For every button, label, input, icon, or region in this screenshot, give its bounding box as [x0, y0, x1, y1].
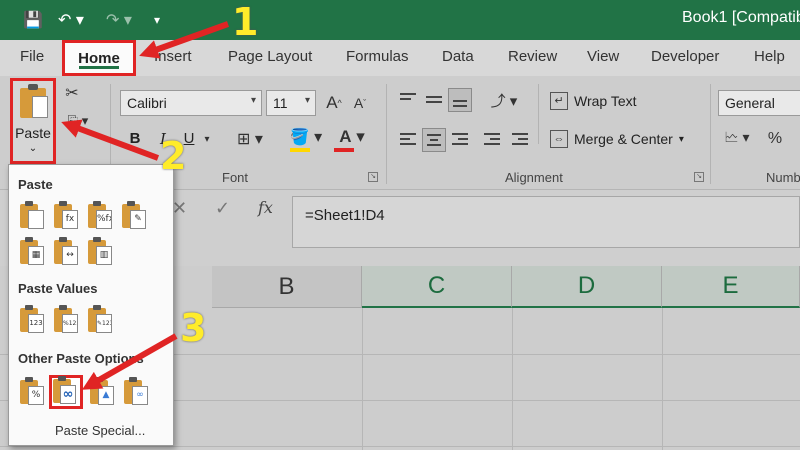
paste-icon[interactable]: [17, 201, 47, 231]
paste-values-section-heading: Paste Values: [18, 281, 98, 296]
align-right-button[interactable]: [448, 128, 472, 152]
align-center-button[interactable]: [422, 128, 446, 152]
tab-developer[interactable]: Developer: [651, 48, 719, 65]
wrap-text-icon: ↵: [550, 92, 568, 110]
chevron-down-icon: ⌄: [28, 143, 38, 154]
no-borders-icon[interactable]: ▦: [17, 237, 47, 267]
undo-icon[interactable]: ↶ ▾: [54, 8, 88, 32]
font-name-select[interactable]: Calibri ▾: [120, 90, 262, 116]
tab-data[interactable]: Data: [442, 48, 474, 65]
keep-source-formatting-icon[interactable]: ✎: [119, 201, 149, 231]
merge-center-button[interactable]: ⇔ Merge & Center ▾: [550, 130, 684, 148]
font-size-select[interactable]: 11 ▾: [266, 90, 316, 116]
chevron-down-icon: ▾: [304, 95, 310, 106]
tab-page-layout[interactable]: Page Layout: [228, 48, 312, 65]
keep-source-column-widths-icon[interactable]: ↔: [51, 237, 81, 267]
bold-button[interactable]: B: [124, 128, 146, 150]
number-format-value: General: [725, 95, 775, 111]
clipboard-icon: [20, 84, 48, 118]
wrap-text-label: Wrap Text: [574, 93, 637, 109]
cut-icon[interactable]: ✂: [60, 82, 84, 104]
font-color-icon[interactable]: A ▾: [332, 126, 372, 148]
font-size-value: 11: [273, 95, 288, 111]
copy-icon[interactable]: ⎘ ▾: [60, 110, 96, 132]
tab-insert[interactable]: Insert: [154, 48, 192, 65]
number-group-label: Numb: [766, 170, 800, 185]
step-3-number: 3: [180, 306, 207, 350]
alignment-dialog-launcher-icon[interactable]: ↘: [694, 172, 704, 182]
number-format-select[interactable]: General: [718, 90, 800, 116]
alignment-group-label: Alignment: [505, 170, 563, 185]
paste-special-item[interactable]: Paste Special...: [55, 423, 145, 438]
enter-icon[interactable]: ✓: [215, 198, 230, 219]
paste-formulas-number-formatting-icon[interactable]: %fx: [85, 201, 115, 231]
insert-function-icon[interactable]: fx: [258, 198, 273, 217]
top-align-button[interactable]: [396, 88, 420, 112]
transpose-icon[interactable]: ▥: [85, 237, 115, 267]
column-header-c[interactable]: C: [362, 266, 512, 308]
step-2-number: 2: [160, 134, 187, 178]
title-bar: 💾 ↶ ▾ ↷ ▾ ▾ Book1 [Compatibi: [0, 0, 800, 40]
font-dialog-launcher-icon[interactable]: ↘: [368, 172, 378, 182]
tab-home[interactable]: Home: [62, 40, 136, 76]
formula-input[interactable]: =Sheet1!D4: [292, 196, 800, 248]
merge-center-label: Merge & Center: [574, 131, 673, 147]
save-icon[interactable]: 💾: [20, 8, 46, 32]
column-header-e[interactable]: E: [662, 266, 800, 308]
ribbon-tabs: File Home Insert Page Layout Formulas Da…: [0, 40, 800, 76]
customize-quick-access-icon[interactable]: ▾: [150, 8, 164, 32]
tab-view[interactable]: View: [587, 48, 619, 65]
accounting-format-icon[interactable]: 🗠 ▾: [720, 128, 754, 150]
wrap-text-button[interactable]: ↵ Wrap Text: [550, 92, 637, 110]
chevron-down-icon[interactable]: ▾: [200, 128, 214, 150]
chevron-down-icon: ▾: [678, 133, 684, 145]
fill-color-icon[interactable]: 🪣 ▾: [286, 126, 326, 148]
font-name-value: Calibri: [127, 95, 167, 111]
decrease-indent-button[interactable]: [480, 128, 504, 152]
paste-button[interactable]: Paste ⌄: [10, 78, 56, 164]
increase-indent-button[interactable]: [508, 128, 532, 152]
paste-formulas-icon[interactable]: fx: [51, 201, 81, 231]
tab-help[interactable]: Help: [754, 48, 785, 65]
font-group-label: Font: [222, 170, 249, 185]
values-source-formatting-icon[interactable]: ✎123: [85, 305, 115, 335]
align-left-button[interactable]: [396, 128, 420, 152]
chevron-down-icon: ▾: [250, 95, 256, 106]
borders-icon[interactable]: ⊞ ▾: [232, 128, 268, 150]
column-header-d[interactable]: D: [512, 266, 662, 308]
grow-font-icon[interactable]: A ^: [322, 90, 346, 116]
tab-formulas[interactable]: Formulas: [346, 48, 409, 65]
picture-icon[interactable]: ▲: [87, 377, 117, 407]
orientation-icon[interactable]: ⤴ ▾: [484, 88, 524, 112]
step-1-number: 1: [232, 0, 259, 44]
other-paste-options-heading: Other Paste Options: [18, 351, 144, 366]
shrink-font-icon[interactable]: Aˇ: [348, 90, 372, 116]
values-number-formatting-icon[interactable]: %123: [51, 305, 81, 335]
paste-section-heading: Paste: [18, 177, 53, 192]
tab-file[interactable]: File: [20, 48, 44, 65]
paste-link-icon[interactable]: ∞: [49, 375, 83, 409]
cancel-icon[interactable]: ✕: [172, 198, 187, 219]
merge-icon: ⇔: [550, 130, 568, 148]
paste-values-icon[interactable]: 123: [17, 305, 47, 335]
formatting-icon[interactable]: %: [17, 377, 47, 407]
paste-label: Paste: [15, 125, 51, 141]
paste-options-menu: Paste fx %fx ✎ ▦ ↔ ▥ Paste Values 123 %1…: [8, 164, 174, 446]
column-header-b[interactable]: B: [212, 266, 362, 308]
tab-review[interactable]: Review: [508, 48, 557, 65]
bottom-align-button[interactable]: [448, 88, 472, 112]
linked-picture-icon[interactable]: ∞: [121, 377, 151, 407]
window-title: Book1 [Compatibi: [682, 9, 800, 26]
middle-align-button[interactable]: [422, 88, 446, 112]
redo-icon[interactable]: ↷ ▾: [102, 8, 136, 32]
percent-style-button[interactable]: %: [764, 128, 786, 150]
